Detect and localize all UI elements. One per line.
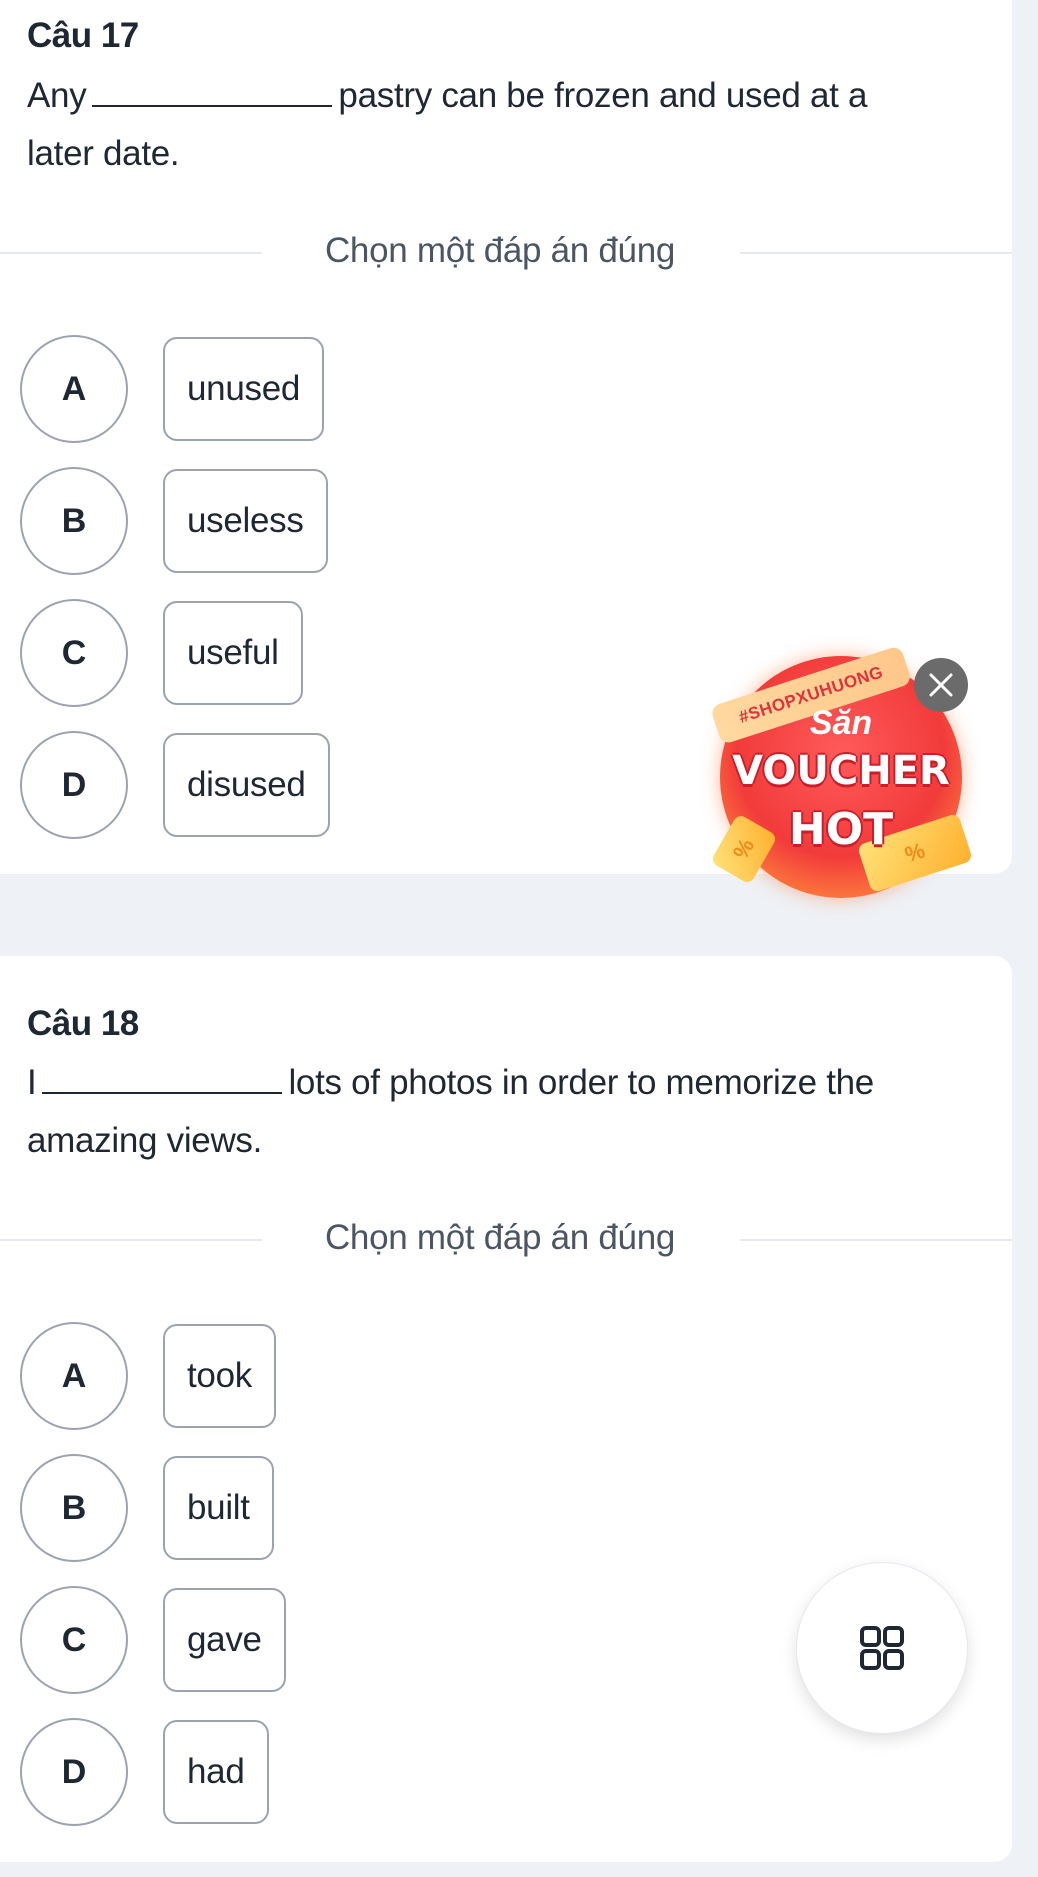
question-text-end: pastry can be frozen and used at a bbox=[338, 76, 868, 115]
option-answer[interactable]: gave bbox=[163, 1588, 286, 1692]
divider-line-right bbox=[740, 252, 1012, 254]
question-title: Câu 18 bbox=[27, 1004, 139, 1043]
question-text-end: lots of photos in order to memorize the bbox=[288, 1063, 874, 1102]
question-text: Any pastry can be frozen and used at a la… bbox=[27, 67, 987, 183]
option-letter[interactable]: D bbox=[20, 1718, 128, 1826]
option-a[interactable]: A unused bbox=[20, 334, 325, 444]
option-answer[interactable]: disused bbox=[163, 733, 330, 837]
question-text-start: Any bbox=[27, 76, 87, 115]
option-answer[interactable]: useful bbox=[163, 601, 303, 705]
voucher-line2: VOUCHER bbox=[732, 748, 950, 794]
answer-blank bbox=[42, 1058, 283, 1094]
answer-blank bbox=[92, 71, 333, 107]
option-a[interactable]: A took bbox=[20, 1321, 276, 1431]
close-icon bbox=[929, 673, 953, 697]
voucher-promo-badge[interactable]: % % #SHOPXUHUONG Săn VOUCHER HOT bbox=[709, 636, 982, 898]
option-c[interactable]: C gave bbox=[20, 1585, 286, 1695]
instruction-label: Chọn một đáp án đúng bbox=[324, 1218, 676, 1257]
option-answer[interactable]: had bbox=[163, 1720, 269, 1824]
option-b[interactable]: B built bbox=[20, 1453, 274, 1563]
option-answer[interactable]: useless bbox=[163, 469, 328, 573]
question-text-line2: amazing views. bbox=[27, 1121, 263, 1160]
option-letter[interactable]: C bbox=[20, 1586, 128, 1694]
option-letter[interactable]: C bbox=[20, 599, 128, 707]
option-b[interactable]: B useless bbox=[20, 466, 328, 576]
option-answer[interactable]: unused bbox=[163, 337, 325, 441]
option-letter[interactable]: A bbox=[20, 1322, 128, 1430]
option-c[interactable]: C useful bbox=[20, 598, 303, 708]
divider-line-right bbox=[740, 1239, 1012, 1241]
close-voucher-button[interactable] bbox=[914, 658, 968, 712]
voucher-line3: HOT bbox=[788, 804, 894, 855]
question-text: Ilots of photos in order to memorize the… bbox=[27, 1054, 987, 1170]
instruction-label: Chọn một đáp án đúng bbox=[324, 231, 676, 270]
option-letter[interactable]: B bbox=[20, 1454, 128, 1562]
option-letter[interactable]: B bbox=[20, 467, 128, 575]
option-answer[interactable]: took bbox=[163, 1324, 276, 1428]
option-d[interactable]: D disused bbox=[20, 730, 330, 840]
instruction-divider: Chọn một đáp án đúng bbox=[0, 227, 1012, 277]
option-answer[interactable]: built bbox=[163, 1456, 274, 1560]
instruction-divider: Chọn một đáp án đúng bbox=[0, 1214, 1012, 1264]
question-title: Câu 17 bbox=[27, 16, 139, 55]
question-grid-button[interactable] bbox=[796, 1562, 968, 1734]
option-d[interactable]: D had bbox=[20, 1717, 269, 1827]
option-letter[interactable]: D bbox=[20, 731, 128, 839]
question-text-start: I bbox=[27, 1063, 37, 1102]
option-letter[interactable]: A bbox=[20, 335, 128, 443]
question-text-line2: later date. bbox=[27, 134, 180, 173]
grid-menu-icon bbox=[860, 1626, 904, 1670]
